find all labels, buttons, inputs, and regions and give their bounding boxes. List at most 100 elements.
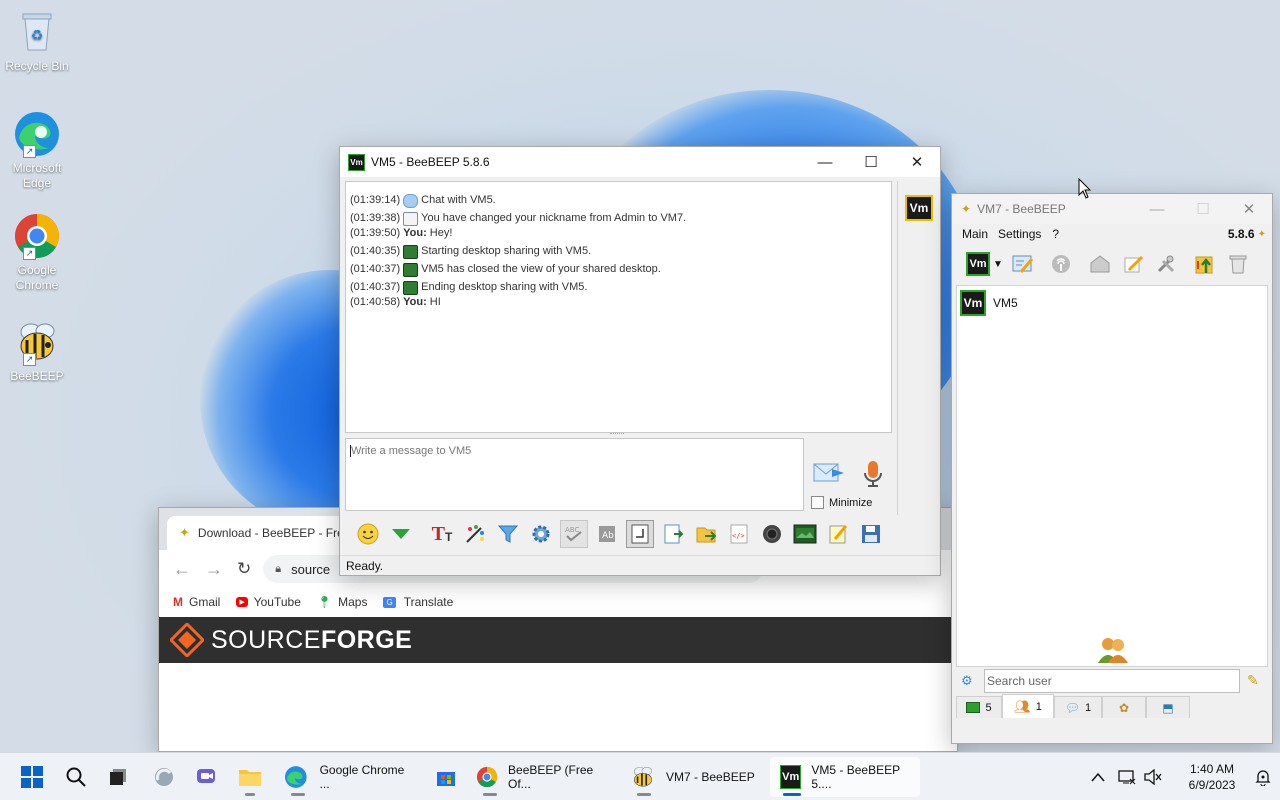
- my-status-avatar[interactable]: Vm: [966, 252, 990, 276]
- desktop-icon-chrome[interactable]: ↗ Google Chrome: [0, 212, 74, 293]
- forward-icon[interactable]: →: [205, 559, 223, 580]
- desktop-icon-recycle-bin[interactable]: ♻ Recycle Bin: [0, 8, 74, 74]
- network-status-button[interactable]: [1114, 757, 1140, 797]
- taskbar-app-chrome[interactable]: BeeBEEP (Free Of...: [466, 757, 620, 797]
- settings-gear-icon[interactable]: [527, 520, 555, 548]
- microsoft-store-button[interactable]: [426, 757, 466, 797]
- send-key-icon[interactable]: [626, 520, 654, 548]
- status-dropdown-icon[interactable]: ▼: [993, 259, 1003, 270]
- minimize-window-button[interactable]: —: [1134, 194, 1180, 224]
- volume-button[interactable]: [1140, 757, 1166, 797]
- edit-note-icon[interactable]: [824, 520, 852, 548]
- minimize-window-button[interactable]: —: [802, 147, 848, 177]
- tools-icon[interactable]: [1152, 250, 1180, 278]
- teams-chat-button[interactable]: [186, 757, 226, 797]
- message-input[interactable]: Write a message to VM5: [345, 438, 804, 511]
- profile-edit-icon[interactable]: [1008, 250, 1036, 278]
- broadcast-icon[interactable]: [1047, 250, 1075, 278]
- chat-log[interactable]: (01:39:14) Chat with VM5. (01:39:38) You ha…: [345, 181, 892, 433]
- desktop-icon-beebeep[interactable]: ↗ BeeBEEP: [0, 318, 74, 384]
- maximize-window-button[interactable]: ☐: [1180, 194, 1226, 224]
- bookmark-translate[interactable]: G Translate: [383, 595, 453, 609]
- taskbar-app-chrome-ms[interactable]: Google Chrome ...: [274, 757, 426, 797]
- youtube-icon: ▶: [236, 597, 248, 607]
- desktop-icon-edge[interactable]: ↗ Microsoft Edge: [0, 110, 74, 191]
- spell-check-icon[interactable]: ABC: [560, 520, 588, 548]
- chats-icon: 💬︎: [1064, 700, 1081, 715]
- taskbar-app-vm5[interactable]: Vm VM5 - BeeBEEP 5....: [770, 756, 920, 797]
- collapse-arrow-icon[interactable]: [387, 520, 415, 548]
- write-note-icon[interactable]: [1119, 250, 1147, 278]
- user-list-item[interactable]: Vm VM5: [960, 290, 1267, 316]
- file-explorer-button[interactable]: [230, 757, 270, 797]
- notification-button[interactable]: [1250, 757, 1276, 797]
- bookmark-maps[interactable]: 📍︎ Maps: [317, 595, 368, 609]
- folder-icon: [239, 769, 261, 786]
- clear-search-icon[interactable]: ✎: [1247, 672, 1259, 689]
- close-window-button[interactable]: ✕: [894, 147, 940, 177]
- svg-text:</>: </>: [732, 532, 745, 540]
- taskbar: Google Chrome ... BeeBEEP (Free Of... VM…: [0, 752, 1280, 800]
- search-button[interactable]: [56, 757, 96, 797]
- tab-users-online[interactable]: 5: [956, 696, 1002, 718]
- tab-groups-list[interactable]: ✿: [1102, 696, 1146, 718]
- close-window-button[interactable]: ✕: [1226, 194, 1272, 224]
- message-timestamp: (01:40:35): [350, 245, 401, 257]
- task-view-icon: [110, 768, 126, 785]
- recycle-bin-icon: ♻: [13, 8, 61, 56]
- word-complete-icon[interactable]: Ab: [593, 520, 621, 548]
- message-text: VM5 has closed the view of your shared d…: [421, 263, 661, 275]
- message-timestamp: (01:40:37): [350, 263, 401, 275]
- trash-icon[interactable]: [1224, 250, 1252, 278]
- send-file-icon[interactable]: [692, 520, 720, 548]
- reload-icon[interactable]: ↻: [237, 559, 251, 579]
- vm7-main-window[interactable]: ✦ VM7 - BeeBEEP — ☐ ✕ Main Settings ? 5.…: [951, 193, 1273, 744]
- search-options-icon[interactable]: ⚙︎: [961, 673, 973, 689]
- microphone-icon[interactable]: [861, 459, 885, 489]
- minimize-checkbox-row[interactable]: Minimize: [811, 496, 872, 509]
- bee-icon: [634, 766, 652, 786]
- user-list[interactable]: Vm VM5: [956, 285, 1268, 667]
- screenshot-icon[interactable]: [758, 520, 786, 548]
- message-all-icon[interactable]: [1086, 250, 1114, 278]
- chat-log-line: (01:40:37) VM5 has closed the view of you…: [350, 262, 887, 277]
- bookmark-youtube[interactable]: ▶ YouTube: [236, 595, 301, 609]
- minimize-checkbox[interactable]: [811, 496, 824, 509]
- menu-main[interactable]: Main: [962, 227, 988, 241]
- taskbar-app-vm7[interactable]: VM7 - BeeBEEP: [620, 757, 770, 797]
- vm5-title-bar[interactable]: Vm VM5 - BeeBEEP 5.8.6 — ☐ ✕: [340, 147, 940, 177]
- font-icon[interactable]: TT: [428, 520, 456, 548]
- message-timestamp: (01:39:14): [350, 194, 401, 206]
- file-transfer-icon[interactable]: [1191, 250, 1219, 278]
- vm5-chat-window[interactable]: Vm VM5 - BeeBEEP 5.8.6 — ☐ ✕ (01:39:14) C…: [339, 146, 941, 576]
- menu-help[interactable]: ?: [1052, 227, 1059, 241]
- sourceforge-logo-text[interactable]: SOURCEFORGE: [211, 626, 412, 655]
- tab-network[interactable]: ⬒: [1146, 696, 1190, 718]
- contact-avatar[interactable]: Vm: [905, 195, 933, 221]
- tab-groups[interactable]: 👥︎ 1: [1002, 694, 1054, 718]
- save-chat-icon[interactable]: [659, 520, 687, 548]
- splitter-handle[interactable]: [610, 433, 624, 436]
- menu-settings[interactable]: Settings: [998, 227, 1041, 241]
- search-user-input[interactable]: Search user: [984, 669, 1240, 693]
- vm7-title-bar[interactable]: ✦ VM7 - BeeBEEP — ☐ ✕: [952, 194, 1272, 224]
- task-view-button[interactable]: [98, 757, 138, 797]
- profile-card-icon: [403, 212, 419, 226]
- back-icon[interactable]: ←: [173, 559, 191, 580]
- maximize-window-button[interactable]: ☐: [848, 147, 894, 177]
- start-button[interactable]: [12, 757, 52, 797]
- clock[interactable]: 1:40 AM 6/9/2023: [1174, 761, 1250, 793]
- tab-chats[interactable]: 💬︎ 1: [1054, 696, 1102, 718]
- group-icon: 👥︎: [1014, 698, 1031, 714]
- emoticon-icon[interactable]: [354, 520, 382, 548]
- share-desktop-icon[interactable]: [791, 520, 819, 548]
- widgets-button[interactable]: [144, 757, 184, 797]
- bookmark-gmail[interactable]: M Gmail: [173, 595, 220, 609]
- minimize-label: Minimize: [829, 496, 873, 509]
- send-message-icon[interactable]: [812, 459, 846, 485]
- save-disk-icon[interactable]: [857, 520, 885, 548]
- color-picker-icon[interactable]: [461, 520, 489, 548]
- filter-icon[interactable]: [494, 520, 522, 548]
- html-code-icon[interactable]: </>: [725, 520, 753, 548]
- show-hidden-icons-button[interactable]: [1086, 757, 1110, 797]
